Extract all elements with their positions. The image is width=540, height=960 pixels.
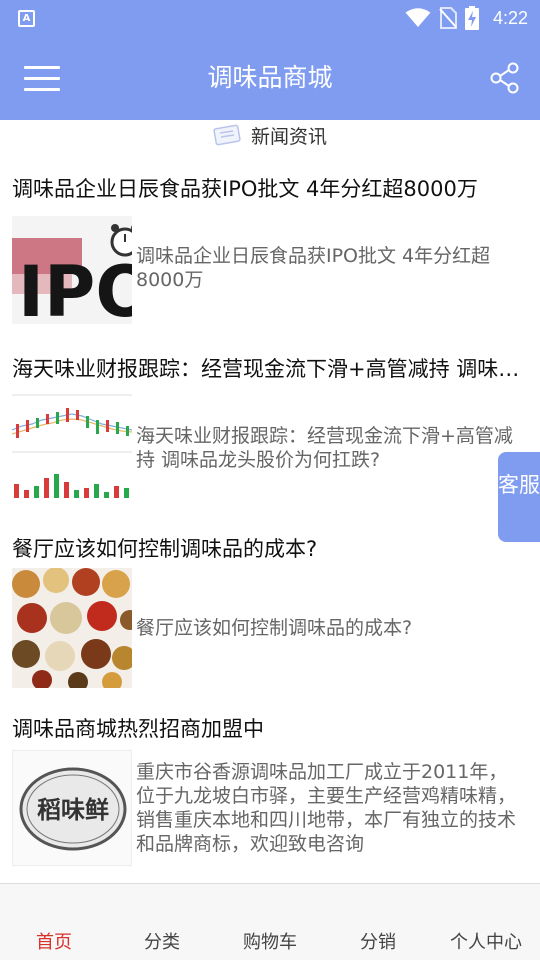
news-summary: 调味品企业日辰食品获IPO批文 4年分红超8000万 — [136, 245, 491, 291]
page-title: 调味品商城 — [207, 63, 333, 92]
nav-cart[interactable]: 购物车 — [216, 928, 324, 954]
bottom-navigation: 首页 分类 购物车 分销 个人中心 — [0, 883, 540, 960]
wifi-icon — [405, 8, 431, 27]
no-sim-icon — [439, 7, 457, 29]
customer-service-button[interactable]: 客服 — [498, 452, 540, 542]
news-summary: 重庆市谷香源调味品加工厂成立于2011年，位于九龙坡白市驿，主要生产经营鸡精味精… — [136, 761, 517, 855]
news-summary: 餐厅应该如何控制调味品的成本? — [136, 617, 413, 639]
news-title: 调味品商城热烈招商加盟中 — [12, 717, 264, 741]
section-title: 新闻资讯 — [250, 125, 327, 148]
news-icon — [213, 124, 241, 146]
app-bar: 调味品商城 — [0, 36, 540, 120]
news-item[interactable]: 调味品企业日辰食品获IPO批文 4年分红超8000万 IPO 调味品企业日辰食品… — [0, 174, 540, 330]
app-notification-icon: A — [18, 10, 35, 27]
news-thumbnail-spices — [12, 568, 132, 688]
news-summary: 海天味业财报跟踪：经营现金流下滑+高管减持 调味品龙头股价为何扛跌? — [136, 425, 513, 471]
news-title: 餐厅应该如何控制调味品的成本? — [12, 537, 318, 561]
status-bar: A 4:22 — [0, 0, 540, 36]
news-section-header: 新闻资讯 — [0, 120, 540, 150]
svg-text:IPO: IPO — [18, 251, 132, 324]
share-icon[interactable] — [490, 62, 520, 94]
customer-service-label: 客服 — [498, 473, 540, 497]
news-thumbnail-stock-chart — [12, 390, 132, 498]
news-item[interactable]: 海天味业财报跟踪：经营现金流下滑+高管减持 调味品龙头股价为何扛跌？ — [0, 354, 540, 514]
news-title: 海天味业财报跟踪：经营现金流下滑+高管减持 调味品龙头股价为何扛跌？ — [12, 357, 526, 381]
news-item[interactable]: 餐厅应该如何控制调味品的成本? 餐厅应该如何控制调味品的成本? — [0, 534, 540, 690]
status-time: 4:22 — [492, 7, 528, 28]
nav-home[interactable]: 首页 — [0, 928, 108, 954]
system-icons: 4:22 — [405, 6, 528, 30]
battery-charging-icon — [464, 6, 479, 30]
news-thumbnail-ipo: IPO — [12, 216, 132, 324]
stamp-text: 稻味鲜 — [37, 796, 109, 824]
news-title: 调味品企业日辰食品获IPO批文 4年分红超8000万 — [12, 177, 478, 201]
nav-category[interactable]: 分类 — [108, 928, 216, 954]
nav-distribution[interactable]: 分销 — [324, 928, 432, 954]
nav-profile[interactable]: 个人中心 — [432, 928, 540, 954]
news-thumbnail-brand-stamp: 稻味鲜 — [12, 750, 132, 866]
news-item[interactable]: 调味品商城热烈招商加盟中 稻味鲜 重庆市谷香源调味品加工厂成立于2011年，位于… — [0, 714, 540, 874]
